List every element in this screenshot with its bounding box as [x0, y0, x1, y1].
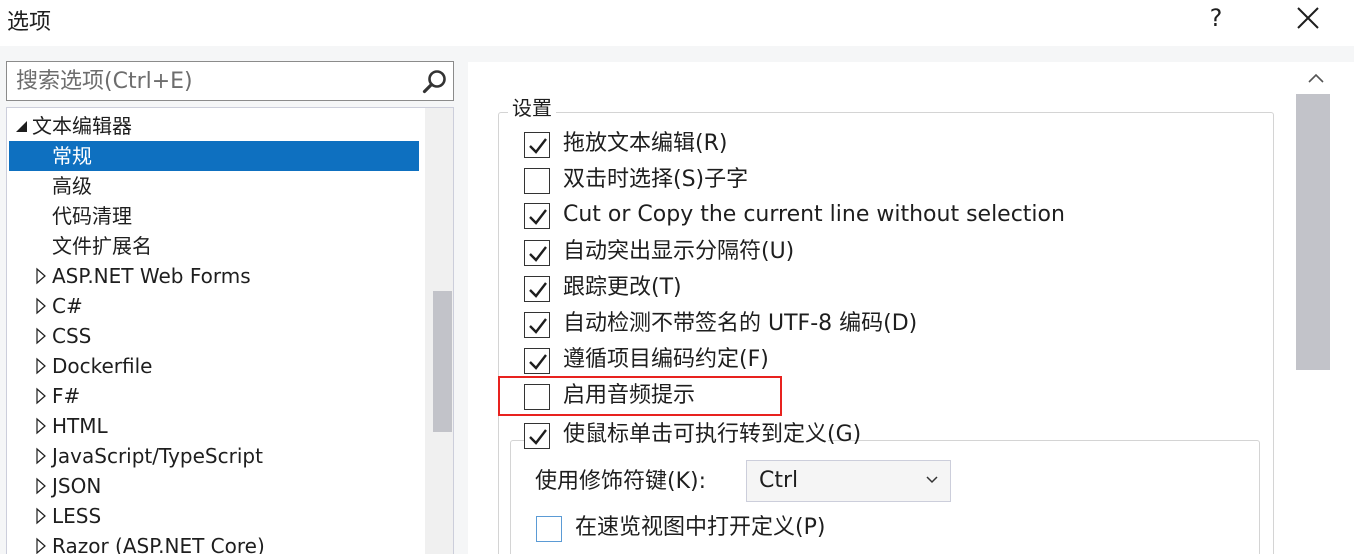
- search-input[interactable]: [7, 62, 407, 100]
- settings-scrollbar[interactable]: [1294, 62, 1354, 554]
- options-tree: 文本编辑器 常规 高级 代码清理 文件扩展名 ASP.NET Web Forms…: [6, 107, 454, 554]
- checkbox[interactable]: [524, 203, 550, 229]
- tree-item-label: ASP.NET Web Forms: [52, 264, 251, 288]
- option-label: 自动突出显示分隔符(U): [563, 239, 795, 264]
- tree-scrollbar[interactable]: [425, 108, 453, 554]
- title-bar: 选项 ?: [0, 0, 1354, 46]
- close-icon: [1297, 7, 1319, 29]
- search-box: [6, 61, 454, 101]
- checkbox[interactable]: [524, 240, 550, 266]
- tree-item-label: LESS: [52, 504, 102, 528]
- checkbox[interactable]: [524, 423, 550, 449]
- tree-item-razor[interactable]: Razor (ASP.NET Core): [7, 531, 425, 554]
- search-icon[interactable]: [421, 68, 449, 96]
- collapsed-triangle-icon[interactable]: [33, 531, 51, 554]
- option-label: 自动检测不带签名的 UTF-8 编码(D): [563, 311, 918, 336]
- tree-item-javascript-typescript[interactable]: JavaScript/TypeScript: [7, 441, 425, 471]
- option-label: 双击时选择(S)子字: [563, 167, 749, 192]
- tree-item-aspnet-web-forms[interactable]: ASP.NET Web Forms: [7, 261, 425, 291]
- settings-group-label: 设置: [508, 92, 556, 121]
- option-label: 跟踪更改(T): [563, 275, 682, 300]
- checkbox[interactable]: [524, 276, 550, 302]
- tree-item-file-extensions[interactable]: 文件扩展名: [7, 231, 425, 261]
- checkbox[interactable]: [524, 132, 550, 158]
- option-label: 拖放文本编辑(R): [563, 131, 728, 156]
- modifier-key-select[interactable]: Ctrl: [746, 460, 951, 502]
- option-label: Cut or Copy the current line without sel…: [563, 202, 1065, 227]
- tree-item-label: Razor (ASP.NET Core): [52, 534, 265, 554]
- tree-item-label: 文件扩展名: [52, 234, 152, 258]
- chevron-up-icon[interactable]: [1304, 70, 1328, 86]
- close-button[interactable]: [1290, 2, 1326, 38]
- tree-item-label: 常规: [52, 144, 92, 168]
- checkbox[interactable]: [524, 348, 550, 374]
- highlight-box: [498, 376, 782, 416]
- help-button[interactable]: ?: [1200, 2, 1232, 38]
- expanded-triangle-icon[interactable]: [13, 111, 31, 141]
- settings-scrollbar-thumb[interactable]: [1296, 94, 1330, 370]
- chevron-down-icon: [926, 476, 938, 484]
- tree-item-json[interactable]: JSON: [7, 471, 425, 501]
- checkbox[interactable]: [524, 312, 550, 338]
- tree-item-html[interactable]: HTML: [7, 411, 425, 441]
- collapsed-triangle-icon[interactable]: [33, 471, 51, 501]
- checkmark-icon: [529, 429, 547, 445]
- collapsed-triangle-icon[interactable]: [33, 381, 51, 411]
- collapsed-triangle-icon[interactable]: [33, 321, 51, 351]
- collapsed-triangle-icon[interactable]: [33, 291, 51, 321]
- tree-item-label: JavaScript/TypeScript: [52, 444, 263, 468]
- collapsed-triangle-icon[interactable]: [33, 441, 51, 471]
- checkmark-icon: [529, 246, 547, 262]
- tree-item-label: 文本编辑器: [32, 114, 132, 138]
- checkbox[interactable]: [536, 516, 562, 542]
- checkmark-icon: [529, 354, 547, 370]
- checkmark-icon: [529, 282, 547, 298]
- tree-item-label: JSON: [52, 474, 102, 498]
- tree-item-label: CSS: [52, 324, 92, 348]
- tree-item-advanced[interactable]: 高级: [7, 171, 425, 201]
- tree-item-label: Dockerfile: [52, 354, 153, 378]
- tree-item-dockerfile[interactable]: Dockerfile: [7, 351, 425, 381]
- option-label: 使鼠标单击可执行转到定义(G): [563, 422, 862, 447]
- tree-item-label: 代码清理: [52, 204, 132, 228]
- tree-item-less[interactable]: LESS: [7, 501, 425, 531]
- tree-scrollbar-thumb[interactable]: [433, 291, 452, 432]
- select-value: Ctrl: [759, 468, 799, 493]
- option-label: 遵循项目编码约定(F): [563, 347, 769, 372]
- tree-item-label: HTML: [52, 414, 108, 438]
- tree-item-general[interactable]: 常规: [9, 141, 419, 171]
- checkmark-icon: [529, 138, 547, 154]
- tree-item-label: 高级: [52, 174, 92, 198]
- modifier-key-label: 使用修饰符键(K):: [535, 469, 707, 494]
- settings-panel: 设置 拖放文本编辑(R) 双击时选择(S)子字 Cut or Copy the …: [468, 62, 1354, 554]
- tree-item-text-editor[interactable]: 文本编辑器: [7, 111, 425, 141]
- tree-item-label: F#: [52, 384, 81, 408]
- checkbox[interactable]: [524, 168, 550, 194]
- tree-item-label: C#: [52, 294, 83, 318]
- collapsed-triangle-icon[interactable]: [33, 351, 51, 381]
- option-label: 在速览视图中打开定义(P): [575, 515, 826, 540]
- tree-item-code-cleanup[interactable]: 代码清理: [7, 201, 425, 231]
- option-click-go-to-definition[interactable]: 使鼠标单击可执行转到定义(G): [524, 419, 861, 451]
- dialog-title: 选项: [7, 10, 52, 35]
- tree-item-css[interactable]: CSS: [7, 321, 425, 351]
- checkmark-icon: [529, 209, 547, 225]
- collapsed-triangle-icon[interactable]: [33, 501, 51, 531]
- tree-item-csharp[interactable]: C#: [7, 291, 425, 321]
- collapsed-triangle-icon[interactable]: [33, 411, 51, 441]
- checkmark-icon: [529, 318, 547, 334]
- collapsed-triangle-icon[interactable]: [33, 261, 51, 291]
- tree-item-fsharp[interactable]: F#: [7, 381, 425, 411]
